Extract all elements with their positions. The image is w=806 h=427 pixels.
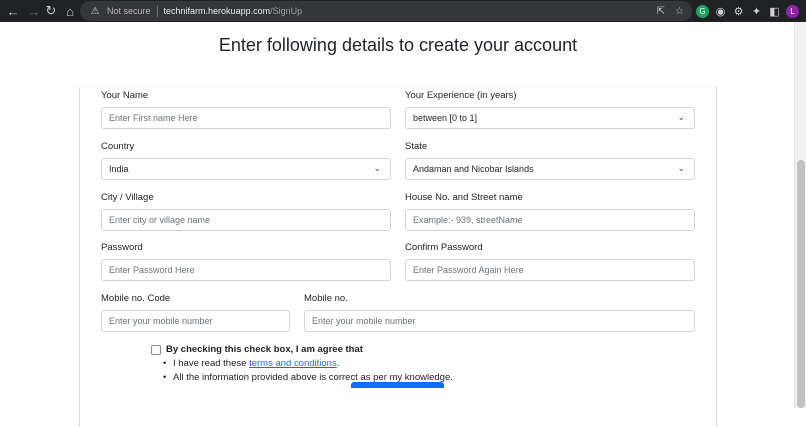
vertical-scrollbar[interactable]: [794, 22, 806, 408]
warning-triangle-icon[interactable]: ⚠: [89, 5, 101, 17]
password-label: Password: [101, 242, 143, 253]
mobile-code-input[interactable]: Enter your mobile number: [101, 310, 290, 332]
page-title: Enter following details to create your a…: [218, 35, 578, 55]
chevron-down-icon: ⌄: [677, 163, 685, 173]
bullet1-suffix: .: [336, 358, 340, 369]
mobile-label: Mobile no.: [304, 293, 348, 304]
chevron-down-icon: ⌄: [677, 112, 685, 122]
signup-page: Enter following details to create your a…: [0, 22, 806, 427]
chevron-down-icon: ⌄: [373, 163, 381, 173]
experience-select[interactable]: between [0 to 1] ⌄: [405, 107, 695, 129]
experience-selected-value: between [0 to 1]: [413, 113, 478, 123]
not-secure-label[interactable]: Not secure: [107, 6, 151, 16]
list-item: I have read these terms and conditions.: [163, 358, 453, 372]
address-separator: [156, 5, 158, 17]
address-bar[interactable]: ⚠ Not secure technifarm.herokuapp.com/Si…: [80, 1, 692, 21]
street-label: House No. and Street name: [405, 192, 523, 203]
city-input[interactable]: Enter city or village name: [101, 209, 391, 231]
state-select[interactable]: Andaman and Nicobar Islands ⌄: [405, 158, 695, 180]
reload-icon[interactable]: ↻: [41, 0, 61, 22]
confirm-password-label: Confirm Password: [405, 242, 483, 253]
street-input[interactable]: Example:- 939, streetName: [405, 209, 695, 231]
url-path[interactable]: /SignUp: [270, 6, 302, 16]
country-label: Country: [101, 141, 135, 152]
state-label: State: [405, 141, 428, 152]
browser-toolbar: ← → ↻ ⌂ ⚠ Not secure technifarm.herokuap…: [0, 0, 806, 22]
password-input[interactable]: Enter Password Here: [101, 259, 391, 281]
country-select[interactable]: India ⌄: [101, 158, 391, 180]
agree-checkbox[interactable]: [151, 345, 161, 355]
mobile-code-label: Mobile no. Code: [101, 293, 171, 304]
scrollbar-thumb[interactable]: [797, 160, 805, 408]
puzzle-extensions-icon[interactable]: ✦: [750, 5, 763, 18]
grammarly-extension-icon[interactable]: G: [696, 4, 709, 18]
first-name-input[interactable]: Enter First name Here: [101, 107, 391, 129]
profile-avatar[interactable]: L: [786, 4, 799, 18]
city-label: City / Village: [101, 192, 154, 203]
bookmark-star-icon[interactable]: ☆: [675, 6, 684, 17]
bullet1-prefix: I have read these: [173, 358, 250, 369]
terms-link[interactable]: terms and conditions: [249, 358, 337, 369]
side-panel-icon[interactable]: ◧: [768, 5, 781, 18]
share-icon[interactable]: ⇱: [657, 6, 665, 17]
extension-circle-icon[interactable]: ◉: [714, 5, 727, 18]
back-arrow-icon[interactable]: ←: [3, 0, 23, 22]
experience-label: Your Experience (in years): [405, 90, 517, 101]
country-selected-value: India: [109, 164, 129, 174]
state-selected-value: Andaman and Nicobar Islands: [413, 164, 534, 174]
agree-title: By checking this check box, I am agree t…: [166, 344, 363, 355]
settings-gear-icon[interactable]: ⚙: [732, 5, 745, 18]
name-label: Your Name: [101, 90, 149, 101]
url-host[interactable]: technifarm.herokuapp.com: [164, 6, 271, 16]
home-icon[interactable]: ⌂: [60, 0, 80, 22]
confirm-password-input[interactable]: Enter Password Again Here: [405, 259, 695, 281]
mobile-input[interactable]: Enter your mobile number: [304, 310, 695, 332]
submit-button[interactable]: [351, 382, 444, 388]
